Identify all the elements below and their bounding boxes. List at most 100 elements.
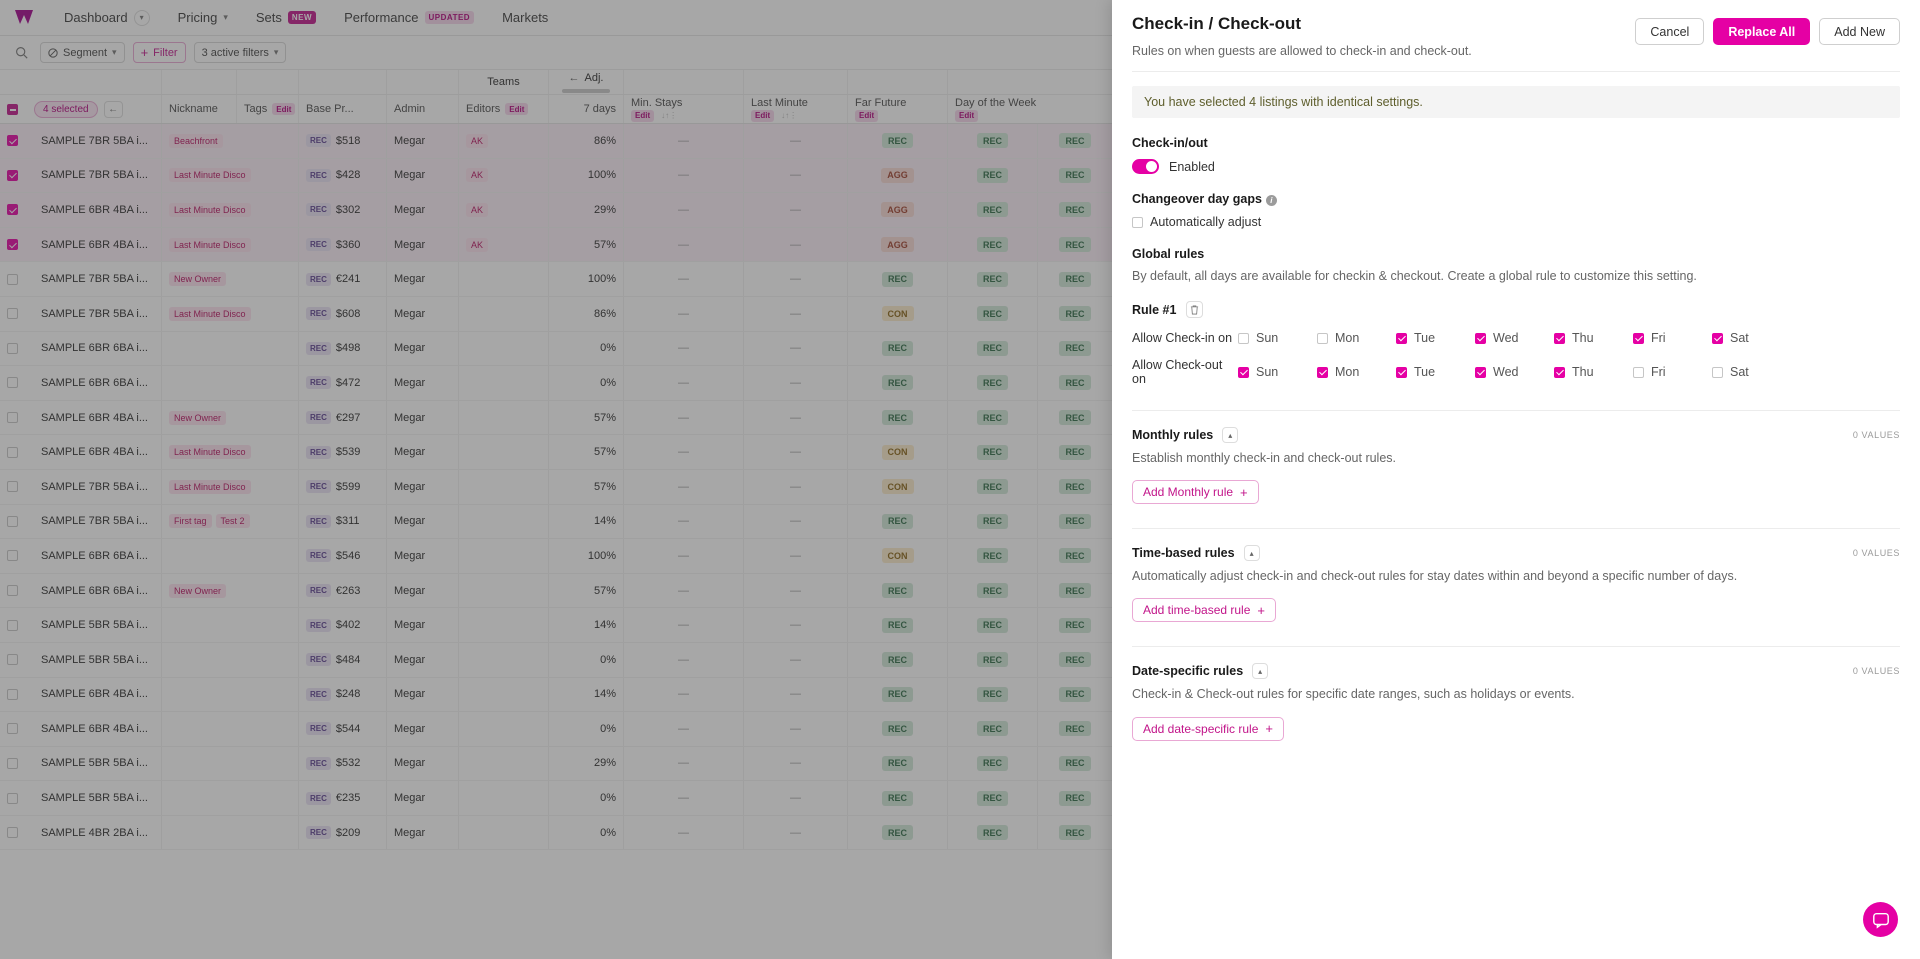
timebased-rules-header[interactable]: Time-based rules ▴ 0 VALUES — [1132, 545, 1900, 562]
checkbox-icon[interactable] — [7, 412, 18, 424]
tag-pill[interactable]: Beachfront — [169, 133, 223, 148]
checkout-day-fri[interactable]: Fri — [1633, 365, 1712, 379]
row-select-checkbox[interactable] — [0, 159, 34, 193]
table-row[interactable]: SAMPLE 7BR 5BA i... Last Minute Disco REC $… — [0, 469, 1112, 505]
checkbox-icon[interactable] — [1396, 332, 1407, 344]
table-row[interactable]: SAMPLE 7BR 5BA i... Last Minute Disco REC $… — [0, 296, 1112, 332]
table-row[interactable]: SAMPLE 6BR 4BA i... REC $248 Megar 14% — — REC R… — [0, 677, 1112, 713]
active-filters-dropdown[interactable]: 3 active filters ▾ — [193, 42, 287, 63]
table-row[interactable]: SAMPLE 6BR 4BA i... Last Minute Disco REC $… — [0, 193, 1112, 228]
checkbox-indeterminate-icon[interactable] — [7, 103, 18, 115]
column-header-nickname[interactable]: Nickname — [162, 95, 237, 123]
auto-adjust-checkbox[interactable] — [1132, 216, 1143, 228]
info-icon[interactable]: i — [1265, 195, 1277, 206]
chevron-down-icon[interactable]: ▾ — [223, 12, 228, 23]
checkbox-icon[interactable] — [1633, 366, 1644, 378]
auto-adjust-row[interactable]: Automatically adjust — [1132, 215, 1900, 229]
monthly-rules-header[interactable]: Monthly rules ▴ 0 VALUES — [1132, 427, 1900, 444]
row-select-checkbox[interactable] — [0, 435, 34, 469]
add-datespecific-rule-button[interactable]: Add date-specific rule + — [1132, 716, 1284, 741]
search-icon[interactable] — [10, 42, 32, 63]
row-select-checkbox[interactable] — [0, 781, 34, 815]
checkbox-icon[interactable] — [7, 688, 18, 700]
tag-pill[interactable]: New Owner — [169, 583, 227, 598]
scroll-indicator[interactable] — [562, 88, 610, 93]
checkout-day-sun[interactable]: Sun — [1238, 365, 1317, 379]
checkbox-icon[interactable] — [7, 585, 18, 597]
checkbox-icon[interactable] — [7, 619, 18, 631]
checkout-day-sat[interactable]: Sat — [1712, 365, 1791, 379]
cancel-button[interactable]: Cancel — [1635, 18, 1705, 45]
chevron-up-icon[interactable]: ▴ — [1243, 545, 1260, 562]
tag-pill[interactable]: First tag — [169, 514, 212, 529]
row-select-checkbox[interactable] — [0, 816, 34, 850]
edit-badge[interactable]: Edit — [631, 109, 655, 122]
column-header-last-minute[interactable]: Last Minute Edit ↓↑⋮ — [744, 95, 848, 123]
checkbox-icon[interactable] — [7, 135, 18, 147]
row-select-checkbox[interactable] — [0, 712, 34, 746]
row-select-checkbox[interactable] — [0, 124, 34, 158]
sort-icon[interactable]: ↓↑⋮ — [661, 111, 677, 120]
row-select-checkbox[interactable] — [0, 262, 34, 296]
checkbox-icon[interactable] — [1554, 332, 1565, 344]
checkbox-icon[interactable] — [1633, 332, 1644, 344]
edit-badge[interactable]: Edit — [955, 109, 979, 122]
checkinout-toggle-row[interactable]: Enabled — [1132, 159, 1900, 174]
tag-pill[interactable]: Last Minute Disco — [169, 237, 251, 252]
row-select-checkbox[interactable] — [0, 228, 34, 262]
checkout-day-mon[interactable]: Mon — [1317, 365, 1396, 379]
table-row[interactable]: SAMPLE 7BR 5BA i... Last Minute Disco REC $… — [0, 158, 1112, 194]
add-timebased-rule-button[interactable]: Add time-based rule + — [1132, 598, 1276, 623]
table-row[interactable]: SAMPLE 5BR 5BA i... REC €235 Megar 0% — — REC RE… — [0, 781, 1112, 816]
column-header-far-future[interactable]: Far Future Edit — [848, 95, 948, 123]
checkbox-icon[interactable] — [1317, 332, 1328, 344]
checkbox-icon[interactable] — [7, 481, 18, 493]
checkbox-icon[interactable] — [7, 827, 18, 839]
nav-item-pricing[interactable]: Pricing ▾ — [164, 0, 242, 36]
table-row[interactable]: SAMPLE 4BR 2BA i... REC $209 Megar 0% — — REC RE… — [0, 815, 1112, 851]
column-header-base-price[interactable]: Base Pr... — [299, 95, 387, 123]
checkbox-icon[interactable] — [1712, 366, 1723, 378]
checkbox-icon[interactable] — [1238, 332, 1249, 344]
edit-badge[interactable]: Edit — [505, 103, 529, 115]
checkbox-icon[interactable] — [1712, 332, 1723, 344]
sort-icon[interactable]: ↓↑⋮ — [781, 111, 797, 120]
column-header-editors[interactable]: Editors Edit — [459, 95, 549, 123]
nav-item-markets[interactable]: Markets — [488, 0, 562, 36]
checkin-day-fri[interactable]: Fri — [1633, 331, 1712, 345]
chevron-up-icon[interactable]: ▴ — [1222, 427, 1239, 444]
table-row[interactable]: SAMPLE 6BR 6BA i... REC $498 Megar 0% — — REC RE… — [0, 331, 1112, 367]
datespecific-rules-header[interactable]: Date-specific rules ▴ 0 VALUES — [1132, 663, 1900, 680]
checkout-day-tue[interactable]: Tue — [1396, 365, 1475, 379]
row-select-checkbox[interactable] — [0, 401, 34, 435]
checkbox-icon[interactable] — [7, 723, 18, 735]
checkbox-icon[interactable] — [7, 446, 18, 458]
tag-pill[interactable]: New Owner — [169, 410, 227, 425]
table-row[interactable]: SAMPLE 5BR 5BA i... REC $402 Megar 14% — — REC R… — [0, 608, 1112, 643]
checkbox-icon[interactable] — [1238, 366, 1249, 378]
nav-item-sets[interactable]: Sets NEW — [242, 0, 330, 36]
table-row[interactable]: SAMPLE 7BR 5BA i... First tag Test 2 REC $3… — [0, 504, 1112, 540]
row-select-checkbox[interactable] — [0, 297, 34, 331]
edit-badge[interactable]: Edit — [272, 103, 296, 115]
add-filter-button[interactable]: + Filter — [132, 42, 186, 63]
replace-all-button[interactable]: Replace All — [1713, 18, 1811, 45]
tag-pill[interactable]: Test 2 — [215, 514, 250, 529]
add-new-button[interactable]: Add New — [1819, 18, 1900, 45]
row-select-checkbox[interactable] — [0, 678, 34, 712]
row-select-checkbox[interactable] — [0, 574, 34, 608]
checkbox-icon[interactable] — [1475, 366, 1486, 378]
checkbox-icon[interactable] — [1317, 366, 1328, 378]
row-select-checkbox[interactable] — [0, 539, 34, 573]
row-select-checkbox[interactable] — [0, 366, 34, 400]
checkin-day-tue[interactable]: Tue — [1396, 331, 1475, 345]
tag-pill[interactable]: Last Minute Disco — [169, 445, 251, 460]
checkbox-icon[interactable] — [7, 342, 18, 354]
table-row[interactable]: SAMPLE 6BR 4BA i... REC $544 Megar 0% — — REC RE… — [0, 712, 1112, 747]
nav-item-dashboard[interactable]: Dashboard ▾ — [50, 0, 164, 36]
checkin-day-wed[interactable]: Wed — [1475, 331, 1554, 345]
nav-item-performance[interactable]: Performance UPDATED — [330, 0, 488, 36]
checkbox-icon[interactable] — [7, 550, 18, 562]
checkbox-icon[interactable] — [7, 757, 18, 769]
select-all-checkbox[interactable] — [0, 95, 34, 123]
